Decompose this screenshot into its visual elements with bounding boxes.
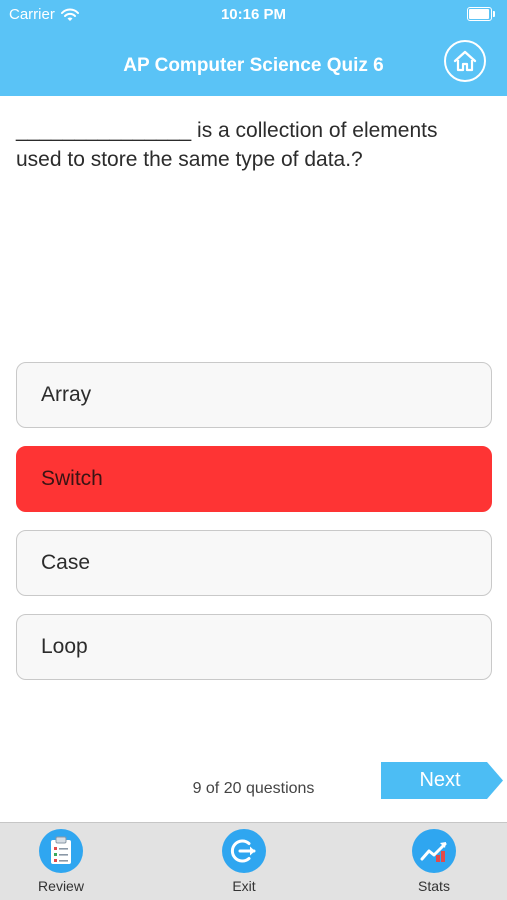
- answer-option-array[interactable]: Array: [16, 362, 492, 428]
- tab-stats-label: Stats: [418, 878, 450, 894]
- tab-exit-label: Exit: [232, 878, 256, 894]
- exit-icon: [222, 829, 266, 873]
- next-button[interactable]: Next: [381, 762, 503, 799]
- stats-chart-icon: [412, 829, 456, 873]
- question-text: _______________ is a collection of eleme…: [16, 119, 438, 171]
- page-title: AP Computer Science Quiz 6: [123, 55, 384, 76]
- answer-option-switch[interactable]: Switch: [16, 446, 492, 512]
- next-button-label: Next: [419, 769, 461, 791]
- answer-option-loop[interactable]: Loop: [16, 614, 492, 680]
- answer-option-case[interactable]: Case: [16, 530, 492, 596]
- tab-review[interactable]: Review: [16, 823, 106, 899]
- status-bar: Carrier 10:16 PM: [0, 0, 507, 30]
- bottom-tab-bar: Review Exit Stats: [0, 822, 507, 900]
- status-time: 10:16 PM: [220, 6, 287, 23]
- tab-review-label: Review: [38, 878, 84, 894]
- home-button[interactable]: [444, 40, 486, 82]
- battery-icon: [467, 7, 495, 21]
- app-header: Carrier 10:16 PM AP Computer Science Qui…: [0, 0, 507, 96]
- home-icon: [453, 50, 477, 72]
- tab-exit[interactable]: Exit: [199, 823, 289, 899]
- answer-list: Array Switch Case Loop: [16, 362, 492, 698]
- tab-stats[interactable]: Stats: [389, 823, 479, 899]
- clipboard-icon: [39, 829, 83, 873]
